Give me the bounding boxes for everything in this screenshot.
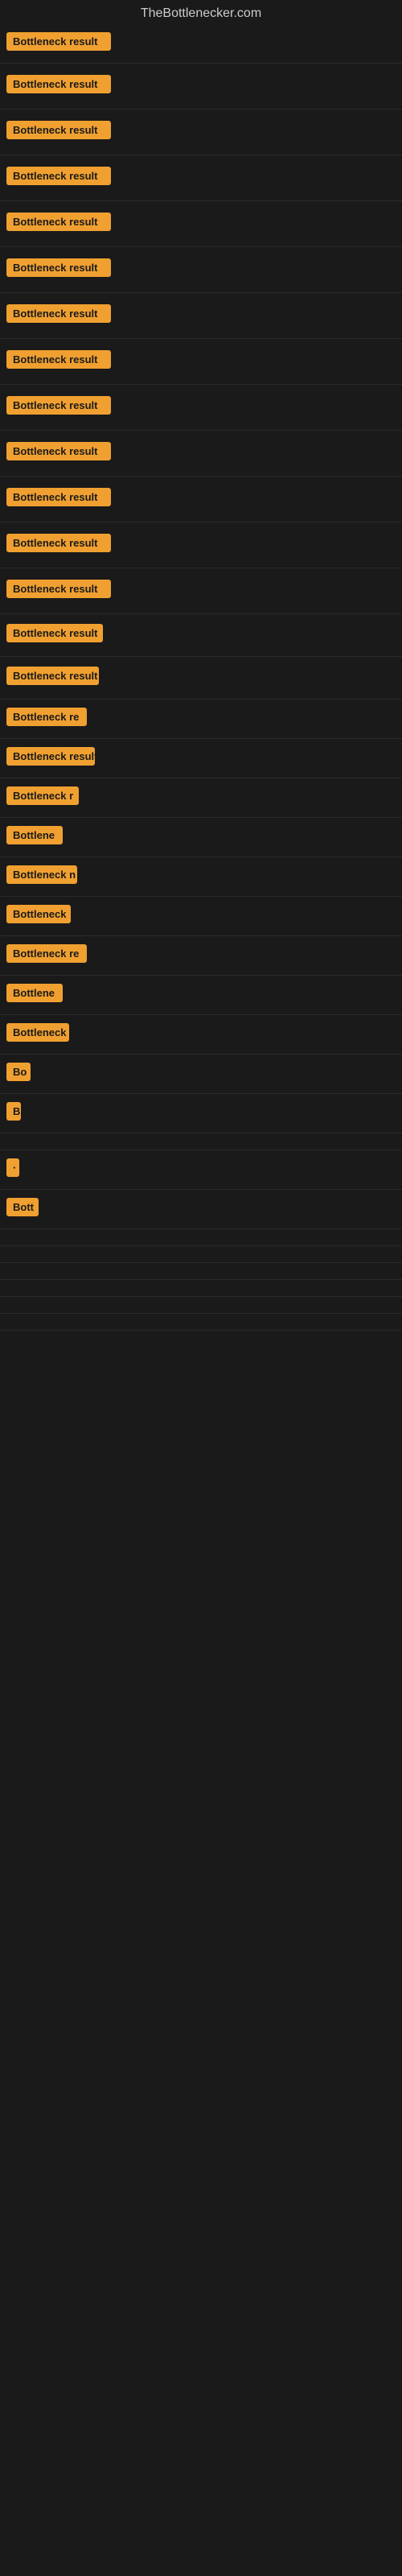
list-item: Bottleneck <box>0 897 402 936</box>
bottleneck-result-badge: Bottleneck r <box>6 786 79 805</box>
list-item: Bottlene <box>0 976 402 1015</box>
bottleneck-result-badge: Bottleneck re <box>6 944 87 963</box>
list-item: Bo <box>0 1055 402 1094</box>
list-item: Bottleneck result <box>0 522 402 568</box>
list-item: Bottleneck re <box>0 936 402 976</box>
list-item: Bottleneck <box>0 1015 402 1055</box>
list-item: Bottleneck result <box>0 431 402 477</box>
list-item <box>0 1133 402 1150</box>
bottleneck-result-badge: Bottleneck result <box>6 258 111 277</box>
list-item: Bottleneck result <box>0 201 402 247</box>
bottleneck-result-badge: Bottleneck re <box>6 708 87 726</box>
bottleneck-result-badge: Bottleneck result <box>6 442 111 460</box>
list-item: Bottleneck result <box>0 293 402 339</box>
page-wrapper: TheBottlenecker.com Bottleneck resultBot… <box>0 0 402 2055</box>
list-item <box>0 1297 402 1314</box>
bottleneck-result-badge: Bottleneck result <box>6 350 111 369</box>
list-item: Bottleneck result <box>0 247 402 293</box>
site-title: TheBottlenecker.com <box>0 0 402 24</box>
bottleneck-result-badge: Bottleneck result <box>6 488 111 506</box>
list-item: Bottleneck re <box>0 700 402 739</box>
list-item <box>0 1229 402 1246</box>
list-item <box>0 1314 402 1331</box>
bottleneck-result-badge: Bottlene <box>6 984 63 1002</box>
bottleneck-result-badge: Bottlene <box>6 826 63 844</box>
list-item: Bottleneck result <box>0 477 402 522</box>
list-item: Bottleneck result <box>0 339 402 385</box>
bottleneck-result-badge: Bottleneck result <box>6 213 111 231</box>
bottleneck-result-badge: Bottleneck result <box>6 32 111 51</box>
bottleneck-result-badge: Bottleneck result <box>6 75 111 93</box>
list-item <box>0 1263 402 1280</box>
bottleneck-result-badge: Bott <box>6 1198 39 1216</box>
list-item <box>0 1280 402 1297</box>
bottleneck-result-badge: Bottleneck n <box>6 865 77 884</box>
bottleneck-result-badge: Bottleneck result <box>6 396 111 415</box>
bottleneck-result-badge: Bo <box>6 1063 31 1081</box>
bottleneck-result-badge: · <box>6 1158 19 1177</box>
list-item: B <box>0 1094 402 1133</box>
list-item: Bottleneck result <box>0 24 402 64</box>
list-item: Bottleneck result <box>0 109 402 155</box>
bottleneck-result-badge: B <box>6 1102 21 1121</box>
list-item: Bottleneck result <box>0 385 402 431</box>
bottleneck-result-badge: Bottleneck result <box>6 667 99 685</box>
list-item: Bottleneck result <box>0 155 402 201</box>
bottleneck-result-badge: Bottleneck <box>6 1023 69 1042</box>
list-item <box>0 1246 402 1263</box>
bottleneck-result-badge: Bottleneck result <box>6 624 103 642</box>
bottleneck-result-badge: Bottleneck result <box>6 304 111 323</box>
list-item: Bott <box>0 1190 402 1229</box>
list-item: Bottleneck result <box>0 64 402 109</box>
list-item: · <box>0 1150 402 1190</box>
list-item: Bottleneck result <box>0 657 402 700</box>
bottleneck-result-badge: Bottleneck result <box>6 534 111 552</box>
list-item: Bottleneck result <box>0 614 402 657</box>
list-item: Bottleneck n <box>0 857 402 897</box>
list-item: Bottlene <box>0 818 402 857</box>
bottleneck-result-badge: Bottleneck result <box>6 747 95 766</box>
list-item: Bottleneck result <box>0 568 402 614</box>
bottleneck-list: Bottleneck result Bottleneck result Bottle… <box>0 24 402 2055</box>
list-item: Bottleneck r <box>0 778 402 818</box>
bottleneck-result-badge: Bottleneck result <box>6 580 111 598</box>
bottleneck-result-badge: Bottleneck <box>6 905 71 923</box>
list-item: Bottleneck result <box>0 739 402 778</box>
bottleneck-result-badge: Bottleneck result <box>6 167 111 185</box>
bottleneck-result-badge: Bottleneck result <box>6 121 111 139</box>
